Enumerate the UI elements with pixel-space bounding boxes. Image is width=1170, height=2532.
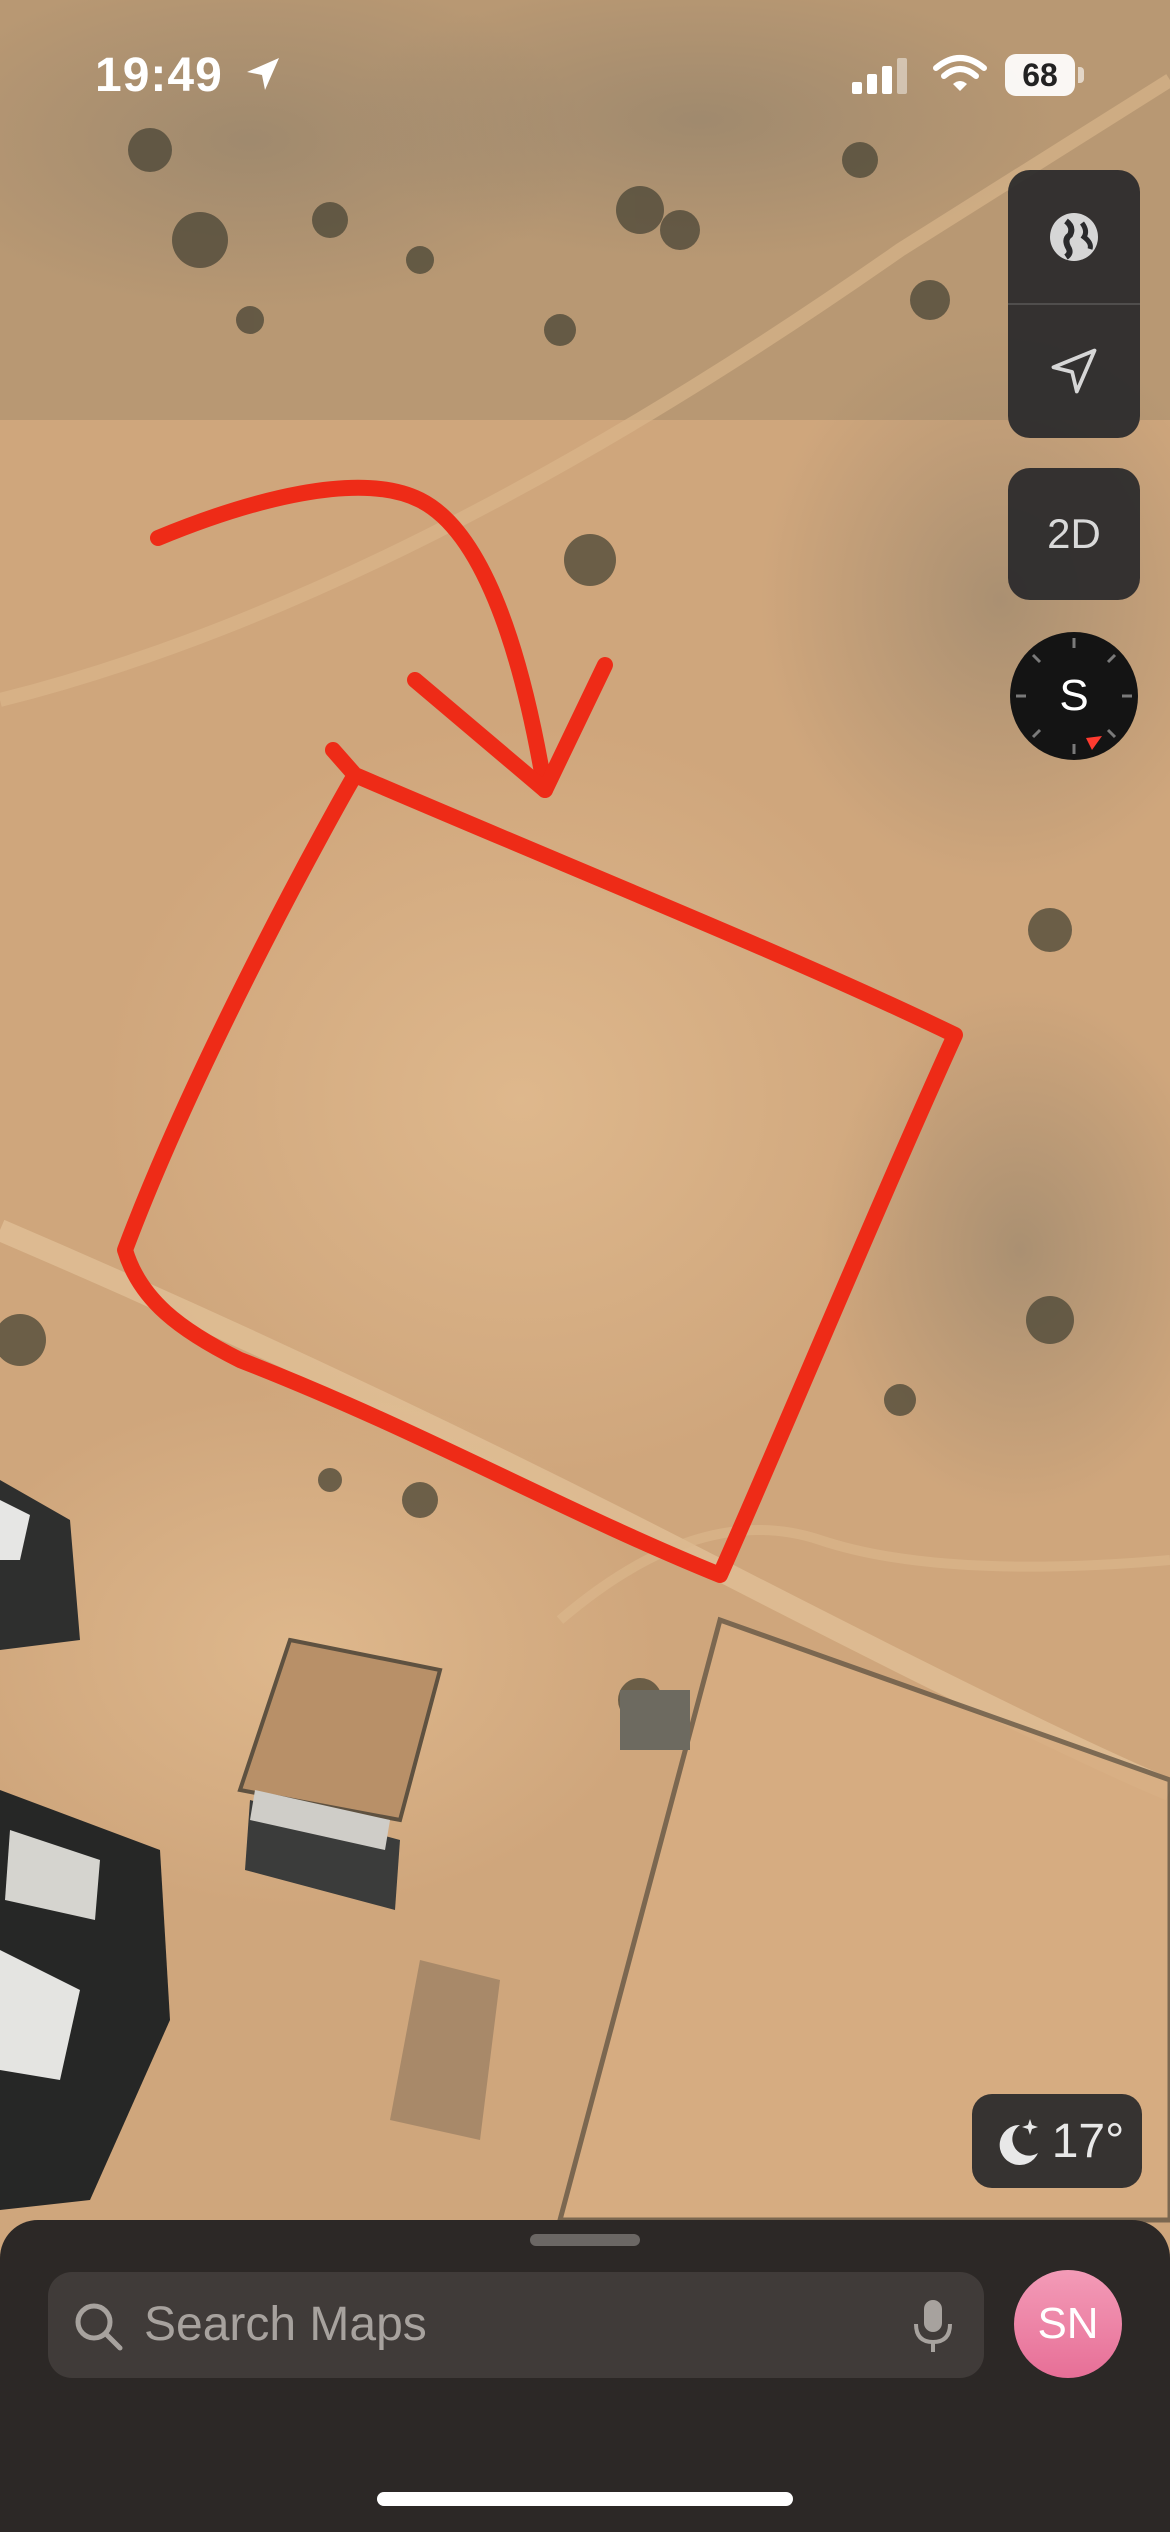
status-time: 19:49	[95, 49, 223, 102]
profile-avatar[interactable]: SN	[1014, 2270, 1122, 2378]
cellular-signal-icon	[850, 56, 912, 96]
microphone-icon[interactable]	[910, 2298, 956, 2354]
battery-icon: 68	[1005, 54, 1089, 96]
wifi-icon	[932, 54, 988, 94]
home-indicator	[377, 2492, 793, 2506]
search-icon	[75, 2303, 123, 2351]
globe-icon	[1050, 213, 1098, 261]
map-mode-button[interactable]	[1008, 170, 1140, 304]
view-2d-toggle[interactable]: 2D	[1008, 468, 1140, 600]
location-arrow-icon	[1051, 348, 1097, 394]
sheet-grabber[interactable]	[530, 2234, 640, 2246]
compass-button[interactable]: S	[1008, 630, 1140, 762]
battery-level: 68	[1022, 56, 1058, 93]
bottom-sheet[interactable]: Search Maps SN	[0, 2220, 1170, 2532]
compass-heading: S	[1059, 671, 1089, 720]
weather-widget[interactable]: 17°	[972, 2094, 1142, 2188]
search-field[interactable]: Search Maps	[48, 2272, 984, 2378]
map-controls	[1008, 170, 1140, 438]
locate-me-button[interactable]	[1008, 304, 1140, 438]
location-arrow-icon	[243, 54, 283, 94]
moon-stars-icon	[999, 2119, 1038, 2165]
search-placeholder: Search Maps	[144, 2298, 427, 2351]
weather-temperature: 17°	[1051, 2114, 1125, 2168]
status-bar: 19:49 68	[0, 0, 1170, 150]
